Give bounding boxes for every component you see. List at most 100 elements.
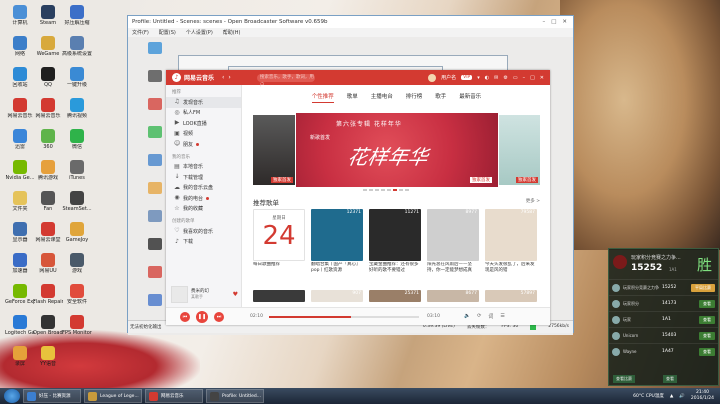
banner-carousel[interactable]: 独家首发 第六张专辑 花样年华 新歌首发 花样年华 独家首发 独家首发 xyxy=(253,113,540,187)
start-button[interactable] xyxy=(4,389,20,403)
desktop-icon[interactable]: 一键升级 xyxy=(62,67,92,88)
mini-mode-icon[interactable]: ▭ xyxy=(513,75,518,81)
sidebar-item[interactable]: ◎ 私人FM xyxy=(166,108,241,119)
desktop-icon[interactable]: 腾讯视频 xyxy=(62,98,92,119)
desktop-icon[interactable]: GeForce Experience xyxy=(5,284,35,305)
obs-menu-item[interactable]: 帮助(H) xyxy=(223,29,241,36)
desktop-icon[interactable]: 微信 xyxy=(62,129,92,150)
minimize-icon[interactable]: – xyxy=(523,75,526,81)
playlist-cover[interactable]: 25371 xyxy=(369,290,421,302)
chevron-down-icon[interactable]: ▾ xyxy=(477,75,480,81)
desktop-icon[interactable]: Open Broadcast... xyxy=(33,315,63,336)
desktop-icon[interactable]: 360 xyxy=(33,129,63,150)
obs-menu-item[interactable]: 配置(S) xyxy=(159,29,176,36)
playlist-card[interactable] xyxy=(253,290,305,302)
row-action-button[interactable]: 平局比赛 xyxy=(691,283,715,292)
sidebar-item[interactable]: ▶ LOOK直播 xyxy=(166,118,241,129)
playlist-card[interactable]: 8977 阳光总在风雨后——坚持，你一定能梦想成真 xyxy=(427,209,479,274)
tab[interactable]: 最新音乐 xyxy=(459,92,481,103)
desktop-icon[interactable]: Fan xyxy=(33,191,63,212)
desktop-icon[interactable]: 好压解压缩 xyxy=(62,5,92,26)
sidebar-item[interactable]: ♫ 发现音乐 xyxy=(166,97,241,108)
sidebar-item[interactable]: ◉ 我的电台 xyxy=(166,193,241,204)
playlist-cover[interactable]: 12371 xyxy=(311,209,363,261)
sidebar-item[interactable]: ☺ 朋友 xyxy=(166,139,241,150)
playlist-card[interactable]: 星期日 24 每日歌曲推荐 xyxy=(253,209,305,274)
desktop-icon[interactable]: FPS Monitor xyxy=(62,315,92,336)
pause-icon[interactable]: ❚❚ xyxy=(196,310,208,323)
playlist-cover[interactable]: 57897 xyxy=(485,290,537,302)
overlay-footer-button[interactable]: 查看比赛 xyxy=(613,375,635,383)
settings-icon[interactable]: ⚙ xyxy=(503,75,507,81)
section-more-link[interactable]: 更多 > xyxy=(526,198,540,204)
username[interactable]: 用户名 xyxy=(441,74,456,81)
album-cover[interactable] xyxy=(171,285,188,303)
desktop-icon[interactable]: 显示器 xyxy=(5,222,35,243)
maximize-icon[interactable]: □ xyxy=(530,75,535,81)
desktop-icon[interactable]: 安全软件 xyxy=(62,284,92,305)
playlist-cover[interactable]: 11271 xyxy=(369,209,421,261)
playlist-caption[interactable]: 今天头发很乱了，后来发现是风的错 xyxy=(485,262,537,274)
banner-pager[interactable] xyxy=(363,189,409,191)
desktop-icon[interactable]: 网易云音乐 xyxy=(5,98,35,119)
taskbar-task[interactable]: Profile: Untitled... xyxy=(206,389,264,403)
playlist-cover[interactable]: 8677 xyxy=(427,290,479,302)
desktop-icon[interactable]: 高级系统设置 xyxy=(62,36,92,57)
desktop-icon[interactable]: 腾讯游戏 xyxy=(33,160,63,181)
prev-icon[interactable]: ⏮ xyxy=(180,311,190,322)
playlist-card[interactable]: 57897 xyxy=(485,290,537,302)
desktop-icon[interactable]: 迅雷 xyxy=(5,129,35,150)
playlist-caption[interactable]: 每日歌曲推荐 xyxy=(253,262,305,274)
tab[interactable]: 歌手 xyxy=(435,92,446,103)
desktop-icon[interactable]: 网络 xyxy=(5,36,35,57)
forward-icon[interactable]: › xyxy=(228,74,230,81)
taskbar-task[interactable]: 好压 - 比赛资源 xyxy=(23,389,81,403)
sidebar-item[interactable]: ▤ 本地音乐 xyxy=(166,162,241,173)
desktop-icon[interactable]: 游戏 xyxy=(62,253,92,274)
overlay-footer-button[interactable]: 查看 xyxy=(663,375,677,383)
playlist-card[interactable]: 12371 翻唱合集丨国产『真心』pop丨红歌资源 xyxy=(311,209,363,274)
clock[interactable]: 21:40 2016/1/24 xyxy=(691,390,714,402)
sidebar-item[interactable]: ↓ 下载管理 xyxy=(166,172,241,183)
desktop-icon[interactable]: YY语音 xyxy=(33,346,63,367)
skin-icon[interactable]: ◐ xyxy=(485,75,489,81)
playlist-card[interactable]: 907 xyxy=(311,290,363,302)
desktop-icon[interactable]: GameJoy xyxy=(62,222,92,243)
obs-menu-item[interactable]: 文件(F) xyxy=(132,29,149,36)
playlist-caption[interactable]: 宝藏金曲推荐：还有很多好听的歌不要错过 xyxy=(369,262,421,274)
desktop-icon[interactable]: 回收站 xyxy=(5,67,35,88)
tab[interactable]: 排行榜 xyxy=(406,92,423,103)
volume-icon[interactable]: 🔈 xyxy=(464,313,470,320)
sidebar-item[interactable]: ☁ 我的音乐云盘 xyxy=(166,183,241,194)
next-icon[interactable]: ⏭ xyxy=(214,311,224,322)
banner-side-left[interactable]: 独家首发 xyxy=(253,115,295,185)
lyrics-icon[interactable]: 词 xyxy=(488,313,493,320)
desktop-icon[interactable]: 加速器 xyxy=(5,253,35,274)
obs-menu-item[interactable]: 个人设置(P) xyxy=(186,29,213,36)
speaker-icon[interactable]: 🔊 xyxy=(679,394,685,399)
desktop-icon[interactable]: WeGame xyxy=(33,36,63,57)
playlist-icon[interactable]: ☰ xyxy=(500,313,504,320)
tab[interactable]: 个性推荐 xyxy=(311,92,334,103)
loop-icon[interactable]: ⟳ xyxy=(477,313,481,320)
playlist-card[interactable]: 25371 xyxy=(369,290,421,302)
row-action-button[interactable]: 查看 xyxy=(699,347,715,356)
daily-recommend-calendar[interactable]: 星期日 24 xyxy=(253,209,305,261)
back-icon[interactable]: ‹ xyxy=(222,74,224,81)
progress-bar[interactable] xyxy=(268,315,419,318)
sidebar-item[interactable]: ☆ 我的收藏 xyxy=(166,204,241,215)
tab[interactable]: 歌单 xyxy=(347,92,358,103)
desktop-icon[interactable]: 网易云课堂 xyxy=(33,222,63,243)
row-action-button[interactable]: 查看 xyxy=(699,331,715,340)
playlist-cover[interactable]: 907 xyxy=(311,290,363,302)
banner-side-right[interactable]: 独家首发 xyxy=(499,115,540,185)
mail-icon[interactable]: ✉ xyxy=(494,75,498,81)
desktop-icon[interactable]: 网易UU xyxy=(33,253,63,274)
playlist-card[interactable]: 79587 今天头发很乱了，后来发现是风的错 xyxy=(485,209,537,274)
desktop-icon[interactable]: Logitech Gaming xyxy=(5,315,35,336)
playlist-cover[interactable]: 8977 xyxy=(427,209,479,261)
sidebar-item[interactable]: ♪ 下载 xyxy=(166,237,241,248)
desktop-icon[interactable]: Steam xyxy=(33,5,63,26)
desktop-icon[interactable]: SteamSet... xyxy=(62,191,92,212)
row-action-button[interactable]: 查看 xyxy=(699,299,715,308)
